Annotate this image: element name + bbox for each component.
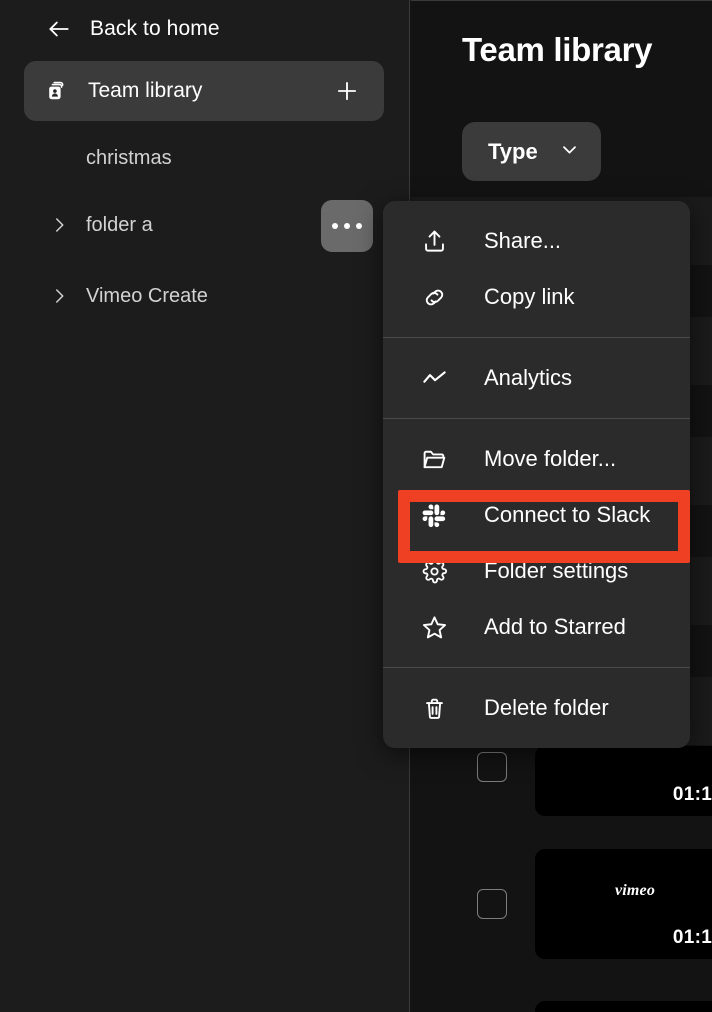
- menu-item-share[interactable]: Share...: [383, 213, 690, 269]
- menu-group-folder-actions: Move folder... Connect to Slack: [383, 419, 690, 667]
- sidebar-item-christmas-label: christmas: [86, 147, 172, 170]
- back-to-home-button[interactable]: Back to home: [24, 6, 384, 52]
- folder-a-more-options-button[interactable]: [321, 200, 373, 252]
- trash-icon: [420, 694, 448, 722]
- menu-item-copy-link-label: Copy link: [484, 284, 574, 310]
- table-row[interactable]: vimeo 01:16: [411, 849, 712, 959]
- menu-item-share-label: Share...: [484, 228, 561, 254]
- menu-item-move-folder-label: Move folder...: [484, 446, 616, 472]
- menu-item-connect-to-slack-label: Connect to Slack: [484, 502, 650, 528]
- folder-context-menu: Share... Copy link A: [383, 201, 690, 748]
- menu-item-analytics[interactable]: Analytics: [383, 350, 690, 406]
- row-select-checkbox[interactable]: [477, 889, 507, 919]
- video-duration: 01:16: [673, 927, 712, 949]
- row-select-checkbox[interactable]: [477, 752, 507, 782]
- sidebar-item-team-library-label: Team library: [88, 79, 202, 103]
- back-to-home-label: Back to home: [90, 17, 220, 41]
- share-upload-icon: [420, 227, 448, 255]
- slack-icon: [420, 501, 448, 529]
- menu-group-share: Share... Copy link: [383, 201, 690, 337]
- sidebar-item-folder-a-label: folder a: [86, 214, 153, 237]
- menu-item-add-to-starred[interactable]: Add to Starred: [383, 599, 690, 655]
- team-library-icon: [46, 79, 70, 103]
- menu-item-move-folder[interactable]: Move folder...: [383, 431, 690, 487]
- type-filter-label: Type: [488, 139, 538, 165]
- video-duration: 01:18: [673, 784, 712, 806]
- video-thumbnail-partial[interactable]: [535, 1001, 712, 1012]
- page-title: Team library: [462, 31, 652, 69]
- ellipsis-icon: [344, 223, 350, 229]
- sidebar: Back to home Team library: [0, 0, 410, 1012]
- menu-item-copy-link[interactable]: Copy link: [383, 269, 690, 325]
- star-icon: [420, 613, 448, 641]
- menu-item-delete-folder-label: Delete folder: [484, 695, 609, 721]
- menu-item-folder-settings-label: Folder settings: [484, 558, 628, 584]
- sidebar-item-vimeo-create[interactable]: Vimeo Create: [24, 270, 384, 322]
- menu-item-add-to-starred-label: Add to Starred: [484, 614, 626, 640]
- sidebar-item-christmas[interactable]: christmas: [24, 132, 384, 184]
- sidebar-item-vimeo-create-label: Vimeo Create: [86, 285, 208, 308]
- gear-icon: [420, 557, 448, 585]
- sidebar-item-team-library[interactable]: Team library: [24, 61, 384, 121]
- vimeo-logo: vimeo: [615, 882, 655, 900]
- folder-open-icon: [420, 445, 448, 473]
- menu-item-analytics-label: Analytics: [484, 365, 572, 391]
- chevron-right-icon[interactable]: [48, 285, 70, 307]
- ellipsis-icon: [356, 223, 362, 229]
- menu-item-folder-settings[interactable]: Folder settings: [383, 543, 690, 599]
- video-thumbnail[interactable]: 01:18: [535, 746, 712, 816]
- ellipsis-icon: [332, 223, 338, 229]
- analytics-line-icon: [420, 364, 448, 392]
- plus-icon[interactable]: [334, 78, 360, 104]
- arrow-left-icon: [46, 16, 72, 42]
- video-thumbnail[interactable]: vimeo 01:16: [535, 849, 712, 959]
- link-chain-icon: [420, 283, 448, 311]
- chevron-down-icon: [560, 140, 579, 164]
- menu-item-delete-folder[interactable]: Delete folder: [383, 680, 690, 736]
- chevron-right-icon[interactable]: [48, 214, 70, 236]
- menu-item-connect-to-slack[interactable]: Connect to Slack: [383, 487, 690, 543]
- type-filter-dropdown[interactable]: Type: [462, 122, 601, 181]
- vimeo-team-library-screen: Back to home Team library: [0, 0, 712, 1012]
- table-row[interactable]: 01:18: [411, 756, 712, 816]
- menu-group-analytics: Analytics: [383, 338, 690, 418]
- menu-group-delete: Delete folder: [383, 668, 690, 748]
